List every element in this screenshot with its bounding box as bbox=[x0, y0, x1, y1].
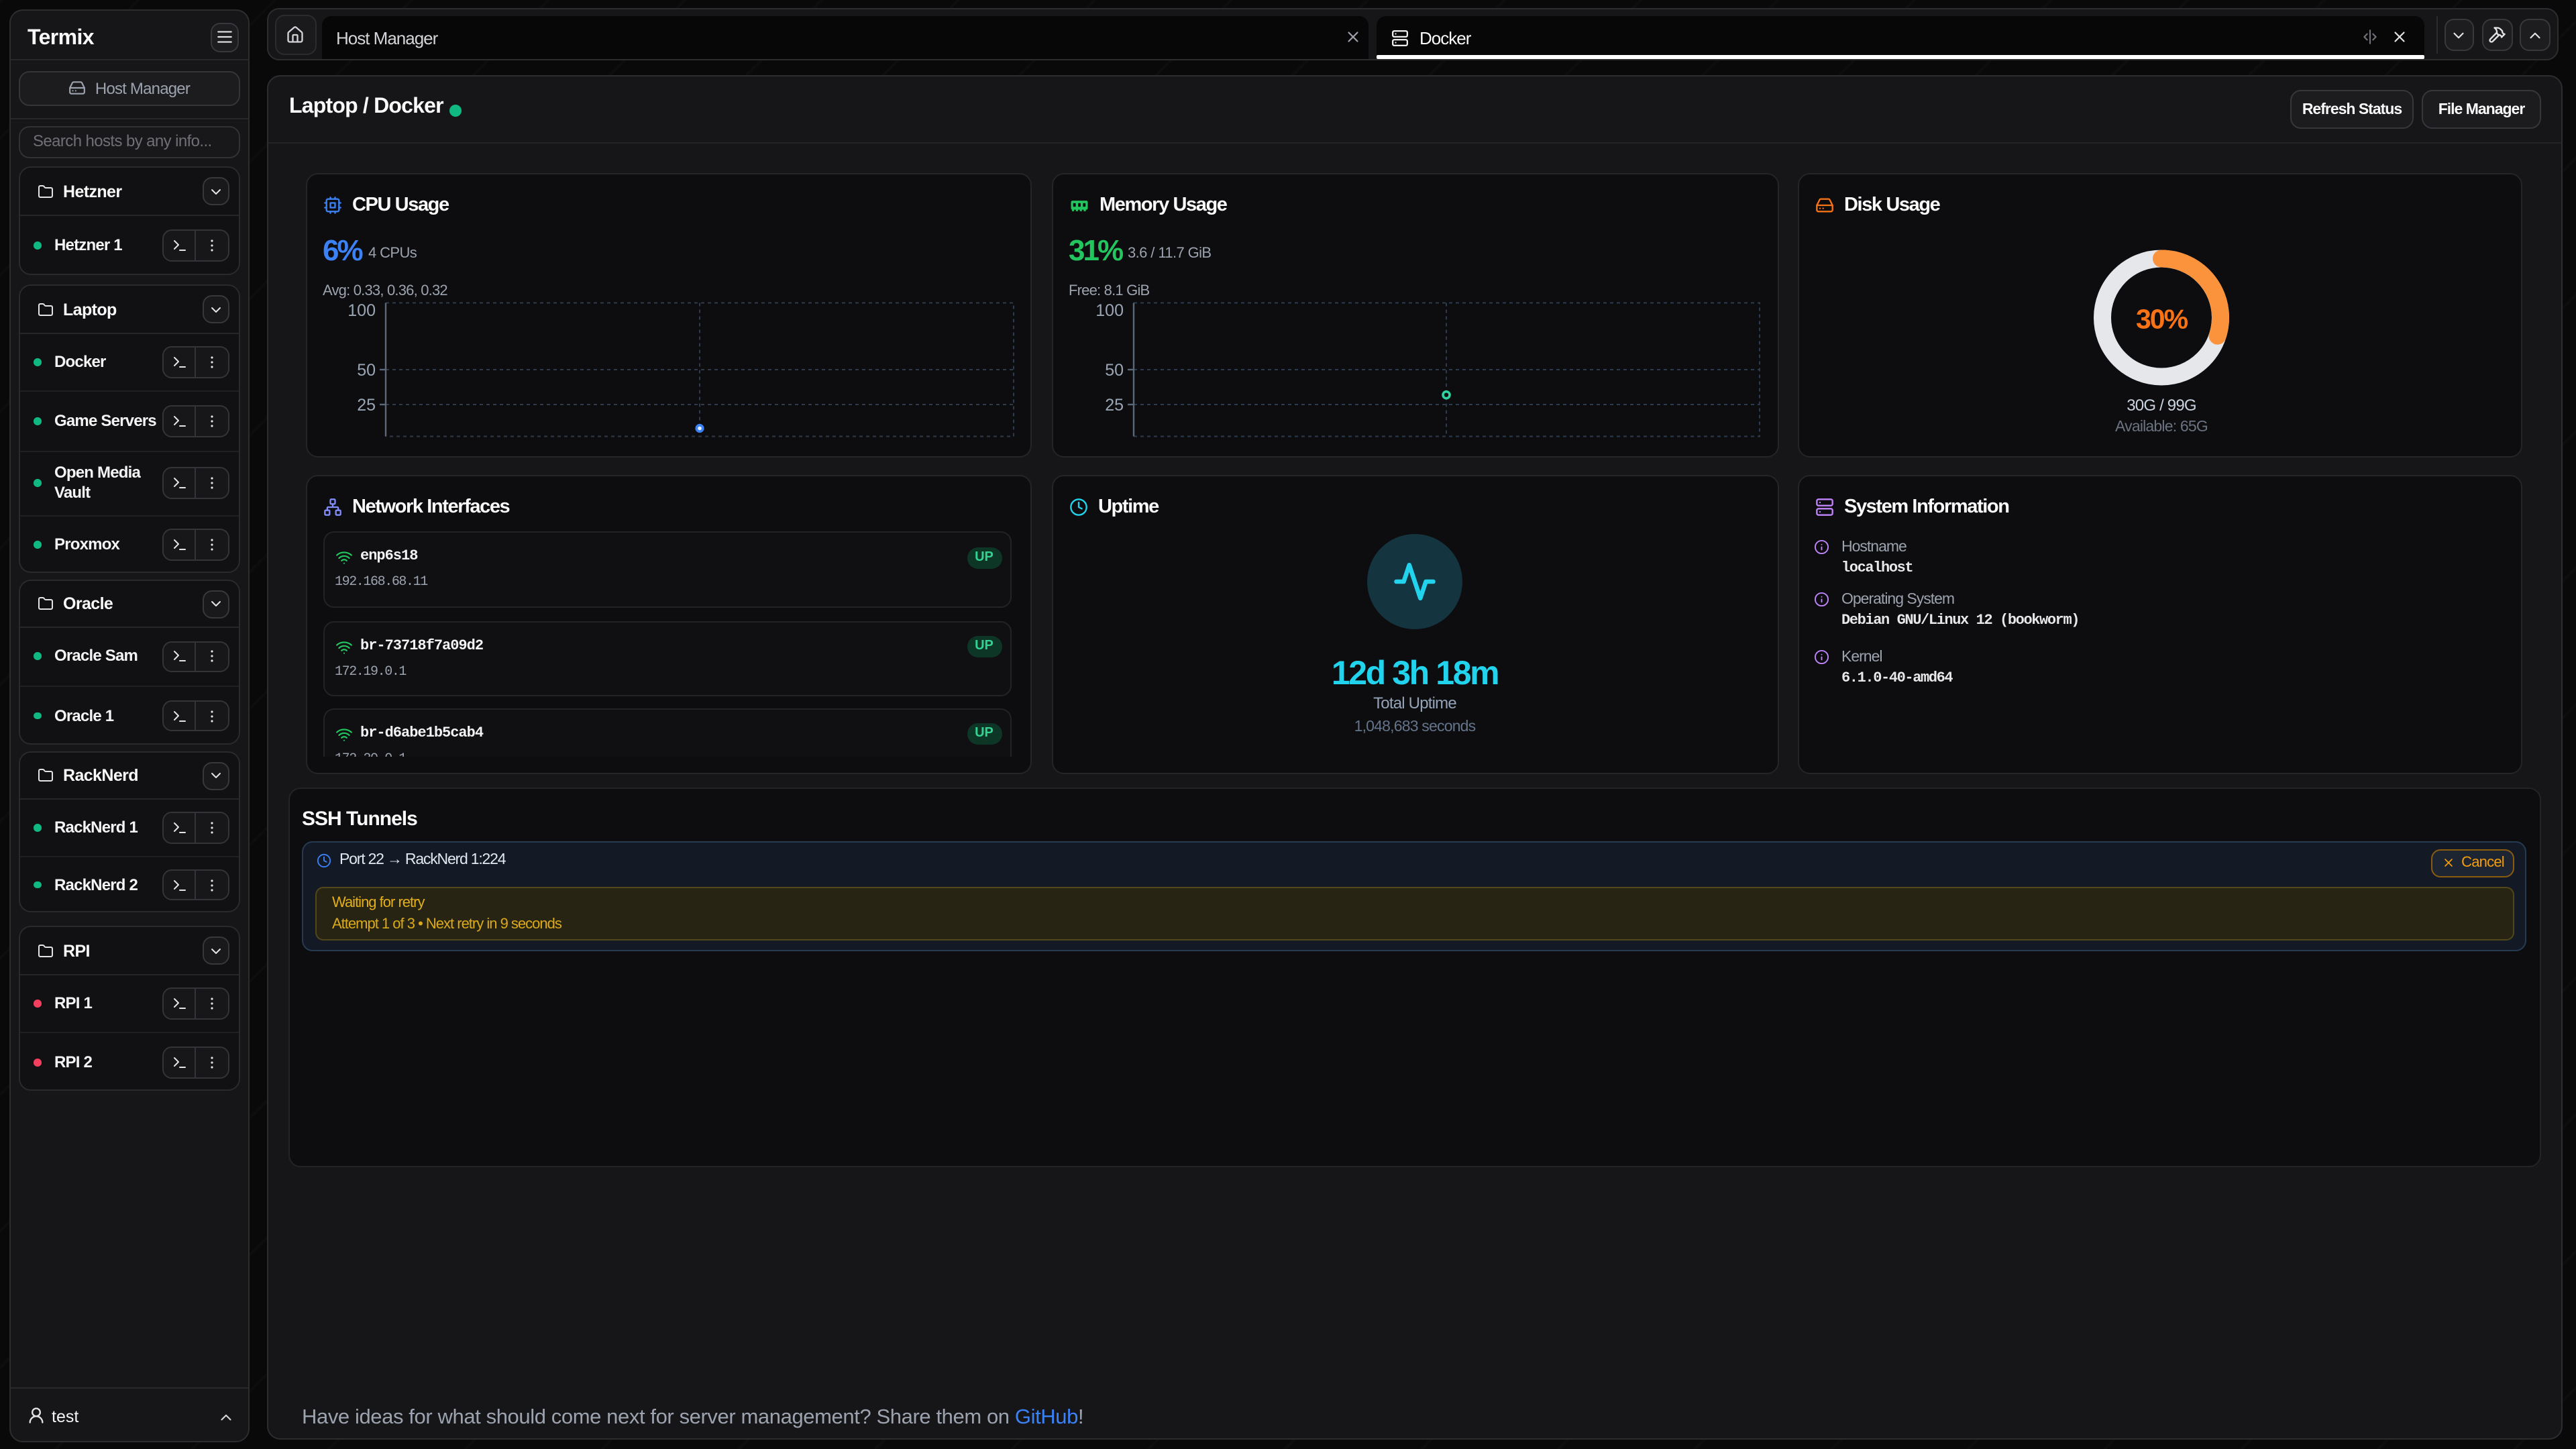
svg-text:100: 100 bbox=[1095, 301, 1123, 320]
svg-text:50: 50 bbox=[1104, 361, 1123, 380]
svg-text:50: 50 bbox=[356, 361, 375, 380]
svg-text:30%: 30% bbox=[2135, 303, 2188, 334]
svg-text:25: 25 bbox=[356, 396, 375, 415]
svg-text:30G / 99G: 30G / 99G bbox=[2126, 396, 2196, 415]
svg-text:25: 25 bbox=[1104, 396, 1123, 415]
svg-text:100: 100 bbox=[347, 301, 375, 320]
svg-text:Available: 65G: Available: 65G bbox=[2114, 417, 2207, 435]
